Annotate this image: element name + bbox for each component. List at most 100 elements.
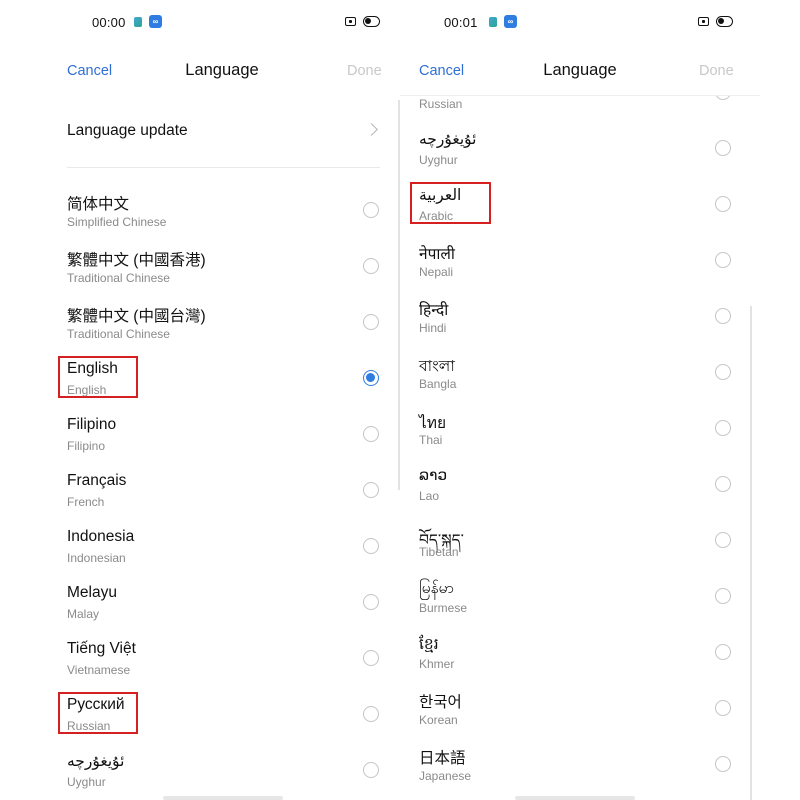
home-indicator[interactable]	[163, 796, 283, 800]
language-item[interactable]: 简体中文 Simplified Chinese	[48, 190, 400, 246]
language-item[interactable]: Français French	[48, 470, 400, 526]
radio-button[interactable]	[363, 538, 379, 554]
language-item[interactable]: မြန်မာ Burmese	[400, 576, 760, 632]
done-button[interactable]: Done	[347, 63, 382, 79]
radio-button[interactable]	[715, 420, 731, 436]
language-english-name: Lao	[419, 489, 440, 503]
language-native-name: 简体中文	[67, 196, 130, 213]
language-native-name: हिन्दी	[419, 302, 449, 319]
language-item[interactable]: ไทย Thai	[400, 408, 760, 464]
language-english-name: Filipino	[67, 439, 106, 453]
radio-button[interactable]	[363, 258, 379, 274]
radio-button[interactable]	[715, 476, 731, 492]
language-native-name: 繁體中文 (中國台灣)	[67, 308, 206, 325]
language-item[interactable]: 日本語 Japanese	[400, 744, 760, 800]
language-item[interactable]: हिन्दी Hindi	[400, 296, 760, 352]
radio-button[interactable]	[363, 426, 379, 442]
sim-icon	[698, 17, 709, 26]
radio-button[interactable]	[715, 364, 731, 380]
radio-button[interactable]	[715, 644, 731, 660]
language-list: РусскийRussianئۇيغۇرچەUyghurالعربيةArabi…	[400, 72, 760, 800]
language-native-name: 日本語	[419, 750, 466, 767]
language-english-name: Bangla	[419, 377, 457, 391]
radio-button[interactable]	[715, 140, 731, 156]
language-native-name: 繁體中文 (中國香港)	[67, 252, 206, 269]
radio-button[interactable]	[715, 252, 731, 268]
radio-button[interactable]	[715, 308, 731, 324]
language-english-name: Uyghur	[419, 153, 458, 167]
radio-button[interactable]	[363, 594, 379, 610]
language-english-name: Hindi	[419, 321, 447, 335]
language-item[interactable]: Filipino Filipino	[48, 414, 400, 470]
language-item[interactable]: বাংলা Bangla	[400, 352, 760, 408]
language-item[interactable]: ລາວ Lao	[400, 464, 760, 520]
battery-icon	[363, 16, 380, 27]
language-english-name: Khmer	[419, 657, 455, 671]
language-english-name: Russian	[419, 97, 463, 111]
radio-button[interactable]	[363, 314, 379, 330]
language-item[interactable]: 繁體中文 (中國香港) Traditional Chinese	[48, 246, 400, 302]
language-native-name: ខ្មែរ	[419, 636, 439, 653]
language-native-name: Filipino	[67, 416, 117, 433]
language-list: 简体中文 Simplified Chinese 繁體中文 (中國香港) Traditi…	[48, 190, 400, 800]
language-english-name: English	[67, 383, 107, 397]
language-native-name: नेपाली	[419, 246, 455, 263]
home-indicator[interactable]	[515, 796, 635, 800]
radio-button[interactable]	[715, 196, 731, 212]
radio-button[interactable]	[715, 756, 731, 772]
language-item[interactable]: Русский Russian	[48, 692, 400, 750]
language-english-name: Uyghur	[67, 775, 106, 789]
language-item[interactable]: ខ្មែរ Khmer	[400, 632, 760, 688]
language-english-name: Thai	[419, 433, 443, 447]
radio-button[interactable]	[363, 202, 379, 218]
app-notification-icon	[489, 17, 497, 27]
language-item[interactable]: Melayu Malay	[48, 582, 400, 638]
infinity-app-icon: ∞	[504, 15, 517, 28]
language-item[interactable]: Indonesia Indonesian	[48, 526, 400, 582]
language-item[interactable]: Tiếng Việt Vietnamese	[48, 638, 400, 694]
radio-button[interactable]	[715, 700, 731, 716]
radio-button[interactable]	[715, 532, 731, 548]
language-native-name: English	[67, 360, 118, 377]
done-button[interactable]: Done	[699, 63, 734, 79]
language-update-row[interactable]: Language update	[67, 110, 380, 168]
language-native-name: Français	[67, 472, 127, 489]
language-english-name: Traditional Chinese	[67, 327, 170, 341]
battery-icon	[716, 16, 733, 27]
language-native-name: བོད་སྐད་	[419, 532, 464, 549]
status-time: 00:01	[444, 15, 478, 30]
language-native-name: العربية	[419, 187, 462, 204]
radio-button[interactable]	[363, 762, 379, 778]
language-english-name: Japanese	[419, 769, 472, 783]
radio-button[interactable]	[715, 588, 731, 604]
language-update-label: Language update	[67, 122, 188, 139]
language-english-name: Nepali	[419, 265, 454, 279]
language-english-name: Russian	[67, 719, 111, 733]
language-english-name: Indonesian	[67, 551, 126, 565]
language-item[interactable]: ئۇيغۇرچە Uyghur	[400, 128, 760, 184]
language-item[interactable]: 한국어 Korean	[400, 688, 760, 744]
language-item[interactable]: العربية Arabic	[400, 182, 760, 240]
language-native-name: ئۇيغۇرچە	[419, 131, 477, 148]
language-item[interactable]: नेपाली Nepali	[400, 240, 760, 296]
radio-button[interactable]	[363, 482, 379, 498]
nav-bar: Cancel Language Done	[48, 52, 400, 92]
language-native-name: Tiếng Việt	[67, 640, 136, 657]
language-english-name: Korean	[419, 713, 458, 727]
language-item[interactable]: English English	[48, 356, 400, 414]
language-item[interactable]: ئۇيغۇرچە Uyghur	[48, 750, 400, 800]
radio-button[interactable]	[363, 650, 379, 666]
language-item[interactable]: བོད་སྐད་ Tibetan	[400, 520, 760, 576]
language-english-name: Arabic	[419, 209, 454, 223]
language-native-name: ລາວ	[419, 467, 448, 484]
radio-selected[interactable]	[363, 370, 379, 386]
language-native-name: Русский	[67, 696, 125, 713]
scrollbar[interactable]	[750, 306, 752, 800]
language-english-name: Burmese	[419, 601, 468, 615]
language-english-name: Traditional Chinese	[67, 271, 170, 285]
radio-button[interactable]	[363, 706, 379, 722]
status-bar: 00:00 ∞	[48, 0, 400, 44]
language-item[interactable]: 繁體中文 (中國台灣) Traditional Chinese	[48, 302, 400, 358]
infinity-app-icon: ∞	[149, 15, 162, 28]
language-english-name: Simplified Chinese	[67, 215, 167, 229]
